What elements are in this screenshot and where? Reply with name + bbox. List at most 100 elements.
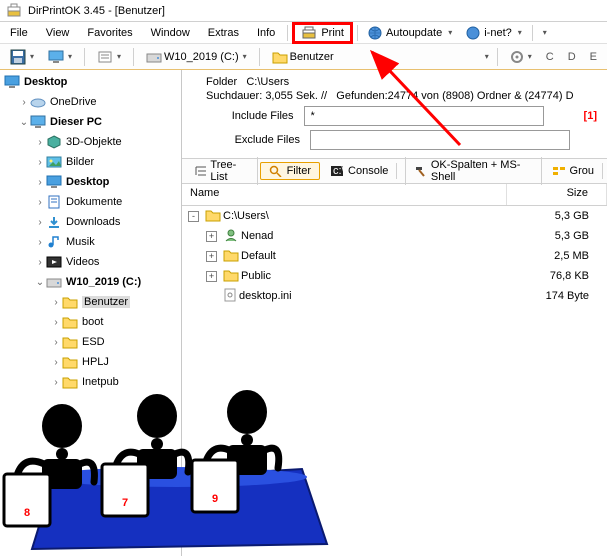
menu-info[interactable]: Info <box>249 25 283 41</box>
printer-icon <box>301 26 317 40</box>
menu-file[interactable]: File <box>2 25 36 41</box>
exclude-label: Exclude Files <box>220 134 300 146</box>
pictures-icon <box>46 154 62 170</box>
folder-icon <box>272 50 288 64</box>
list-row[interactable]: desktop.ini174 Byte <box>182 286 607 306</box>
expand-toggle[interactable]: + <box>206 271 217 282</box>
drive-e[interactable]: E <box>586 51 601 63</box>
tree-item[interactable]: ›Dokumente <box>0 192 181 212</box>
tree-item[interactable]: ›ESD <box>0 332 181 352</box>
list-row[interactable]: -C:\Users\5,3 GB <box>182 206 607 226</box>
expand-icon[interactable]: › <box>50 377 62 388</box>
print-button-highlight[interactable]: Print <box>292 22 353 44</box>
globe-icon <box>466 26 480 40</box>
tree-item[interactable]: ›Downloads <box>0 212 181 232</box>
tree-item[interactable]: ›Musik <box>0 232 181 252</box>
save-button[interactable]: ▾ <box>6 48 38 66</box>
tree-item[interactable]: ›Desktop <box>0 172 181 192</box>
3d-icon <box>46 134 62 150</box>
user-icon <box>223 228 239 245</box>
config-button[interactable]: ▾ <box>506 49 536 65</box>
window-title: DirPrintOK 3.45 - [Benutzer] <box>28 5 165 17</box>
group-icon <box>552 165 566 177</box>
tree-item[interactable]: ⌄Dieser PC <box>0 112 181 132</box>
drive-c[interactable]: C <box>542 51 558 63</box>
menu-inet[interactable]: i-net?▾ <box>460 24 528 42</box>
monitor-button[interactable]: ▾ <box>44 49 76 65</box>
expand-icon[interactable]: › <box>34 257 46 268</box>
tab-treelist[interactable]: Tree-List <box>186 157 258 185</box>
col-name[interactable]: Name <box>182 184 507 205</box>
expand-icon[interactable]: ⌄ <box>18 117 30 128</box>
tree-item[interactable]: ›Bilder <box>0 152 181 172</box>
folder-selector[interactable]: Benutzer <box>268 49 338 65</box>
folder-path: C:\Users <box>246 76 289 88</box>
expand-icon[interactable]: › <box>50 337 62 348</box>
chevron-down-icon[interactable]: ▾ <box>543 28 547 37</box>
options-button[interactable]: ▾ <box>93 49 125 65</box>
expand-icon[interactable]: › <box>34 177 46 188</box>
tab-group[interactable]: Grou <box>544 163 603 179</box>
divider <box>259 48 260 66</box>
expand-toggle[interactable]: - <box>188 211 199 222</box>
expand-icon[interactable]: › <box>50 317 62 328</box>
menu-view[interactable]: View <box>38 25 78 41</box>
folder-icon <box>223 248 239 265</box>
chevron-down-icon: ▾ <box>448 28 452 37</box>
tree-item[interactable]: ›3D-Objekte <box>0 132 181 152</box>
expand-toggle[interactable]: + <box>206 231 217 242</box>
tree-item[interactable]: ›Videos <box>0 252 181 272</box>
folder-icon <box>62 314 78 330</box>
tree-item[interactable]: ›OneDrive <box>0 92 181 112</box>
menu-extras[interactable]: Extras <box>200 25 247 41</box>
tree-root[interactable]: Desktop <box>0 72 181 92</box>
menu-window[interactable]: Window <box>143 25 198 41</box>
folder-tree[interactable]: Desktop ›OneDrive⌄Dieser PC›3D-Objekte›B… <box>0 70 182 556</box>
expand-toggle[interactable]: + <box>206 251 217 262</box>
exclude-files-input[interactable] <box>310 130 570 150</box>
separator <box>532 25 533 41</box>
menu-favorites[interactable]: Favorites <box>79 25 140 41</box>
tree-item[interactable]: ⌄W10_2019 (C:) <box>0 272 181 292</box>
tree-item[interactable]: ›Inetpub <box>0 372 181 392</box>
drive-d[interactable]: D <box>564 51 580 63</box>
file-list[interactable]: Name Size -C:\Users\5,3 GB+Nenad5,3 GB+D… <box>182 184 607 556</box>
desktop-icon <box>4 74 20 90</box>
tab-bar: Tree-List Filter c:\Console OK-Spalten +… <box>182 158 607 184</box>
list-header[interactable]: Name Size <box>182 184 607 206</box>
tab-filter[interactable]: Filter <box>260 162 320 180</box>
annotation-marker: [1] <box>584 110 597 122</box>
tree-item[interactable]: ›HPLJ <box>0 352 181 372</box>
expand-icon[interactable]: › <box>34 237 46 248</box>
tab-okspalten[interactable]: OK-Spalten + MS-Shell <box>405 157 541 185</box>
expand-icon[interactable]: › <box>50 357 62 368</box>
expand-icon[interactable]: › <box>34 137 46 148</box>
tree-item[interactable]: ›Benutzer <box>0 292 181 312</box>
ini-icon <box>223 288 237 305</box>
expand-icon[interactable]: › <box>34 157 46 168</box>
drive-selector[interactable]: W10_2019 (C:)▾ <box>142 49 251 65</box>
expand-icon[interactable]: › <box>34 197 46 208</box>
list-row[interactable]: +Default2,5 MB <box>182 246 607 266</box>
expand-icon[interactable]: › <box>18 97 30 108</box>
hard-disk-icon <box>146 50 162 64</box>
search-icon <box>269 165 283 177</box>
expand-icon[interactable]: ⌄ <box>34 277 46 288</box>
tab-console[interactable]: c:\Console <box>322 163 397 179</box>
hammer-icon <box>414 165 426 177</box>
list-row[interactable]: +Public76,8 KB <box>182 266 607 286</box>
tree-item[interactable]: ›boot <box>0 312 181 332</box>
pc-icon <box>30 114 46 130</box>
list-row[interactable]: +Nenad5,3 GB <box>182 226 607 246</box>
col-size[interactable]: Size <box>507 184 607 205</box>
menu-autoupdate[interactable]: Autoupdate▾ <box>362 24 458 42</box>
expand-icon[interactable]: › <box>34 217 46 228</box>
downloads-icon <box>46 214 62 230</box>
include-files-input[interactable] <box>304 106 544 126</box>
chevron-down-icon[interactable]: ▾ <box>485 52 489 61</box>
videos-icon <box>46 254 62 270</box>
menubar: File View Favorites Window Extras Info P… <box>0 22 607 44</box>
separator <box>357 25 358 41</box>
expand-icon[interactable]: › <box>50 297 62 308</box>
chevron-down-icon: ▾ <box>518 28 522 37</box>
